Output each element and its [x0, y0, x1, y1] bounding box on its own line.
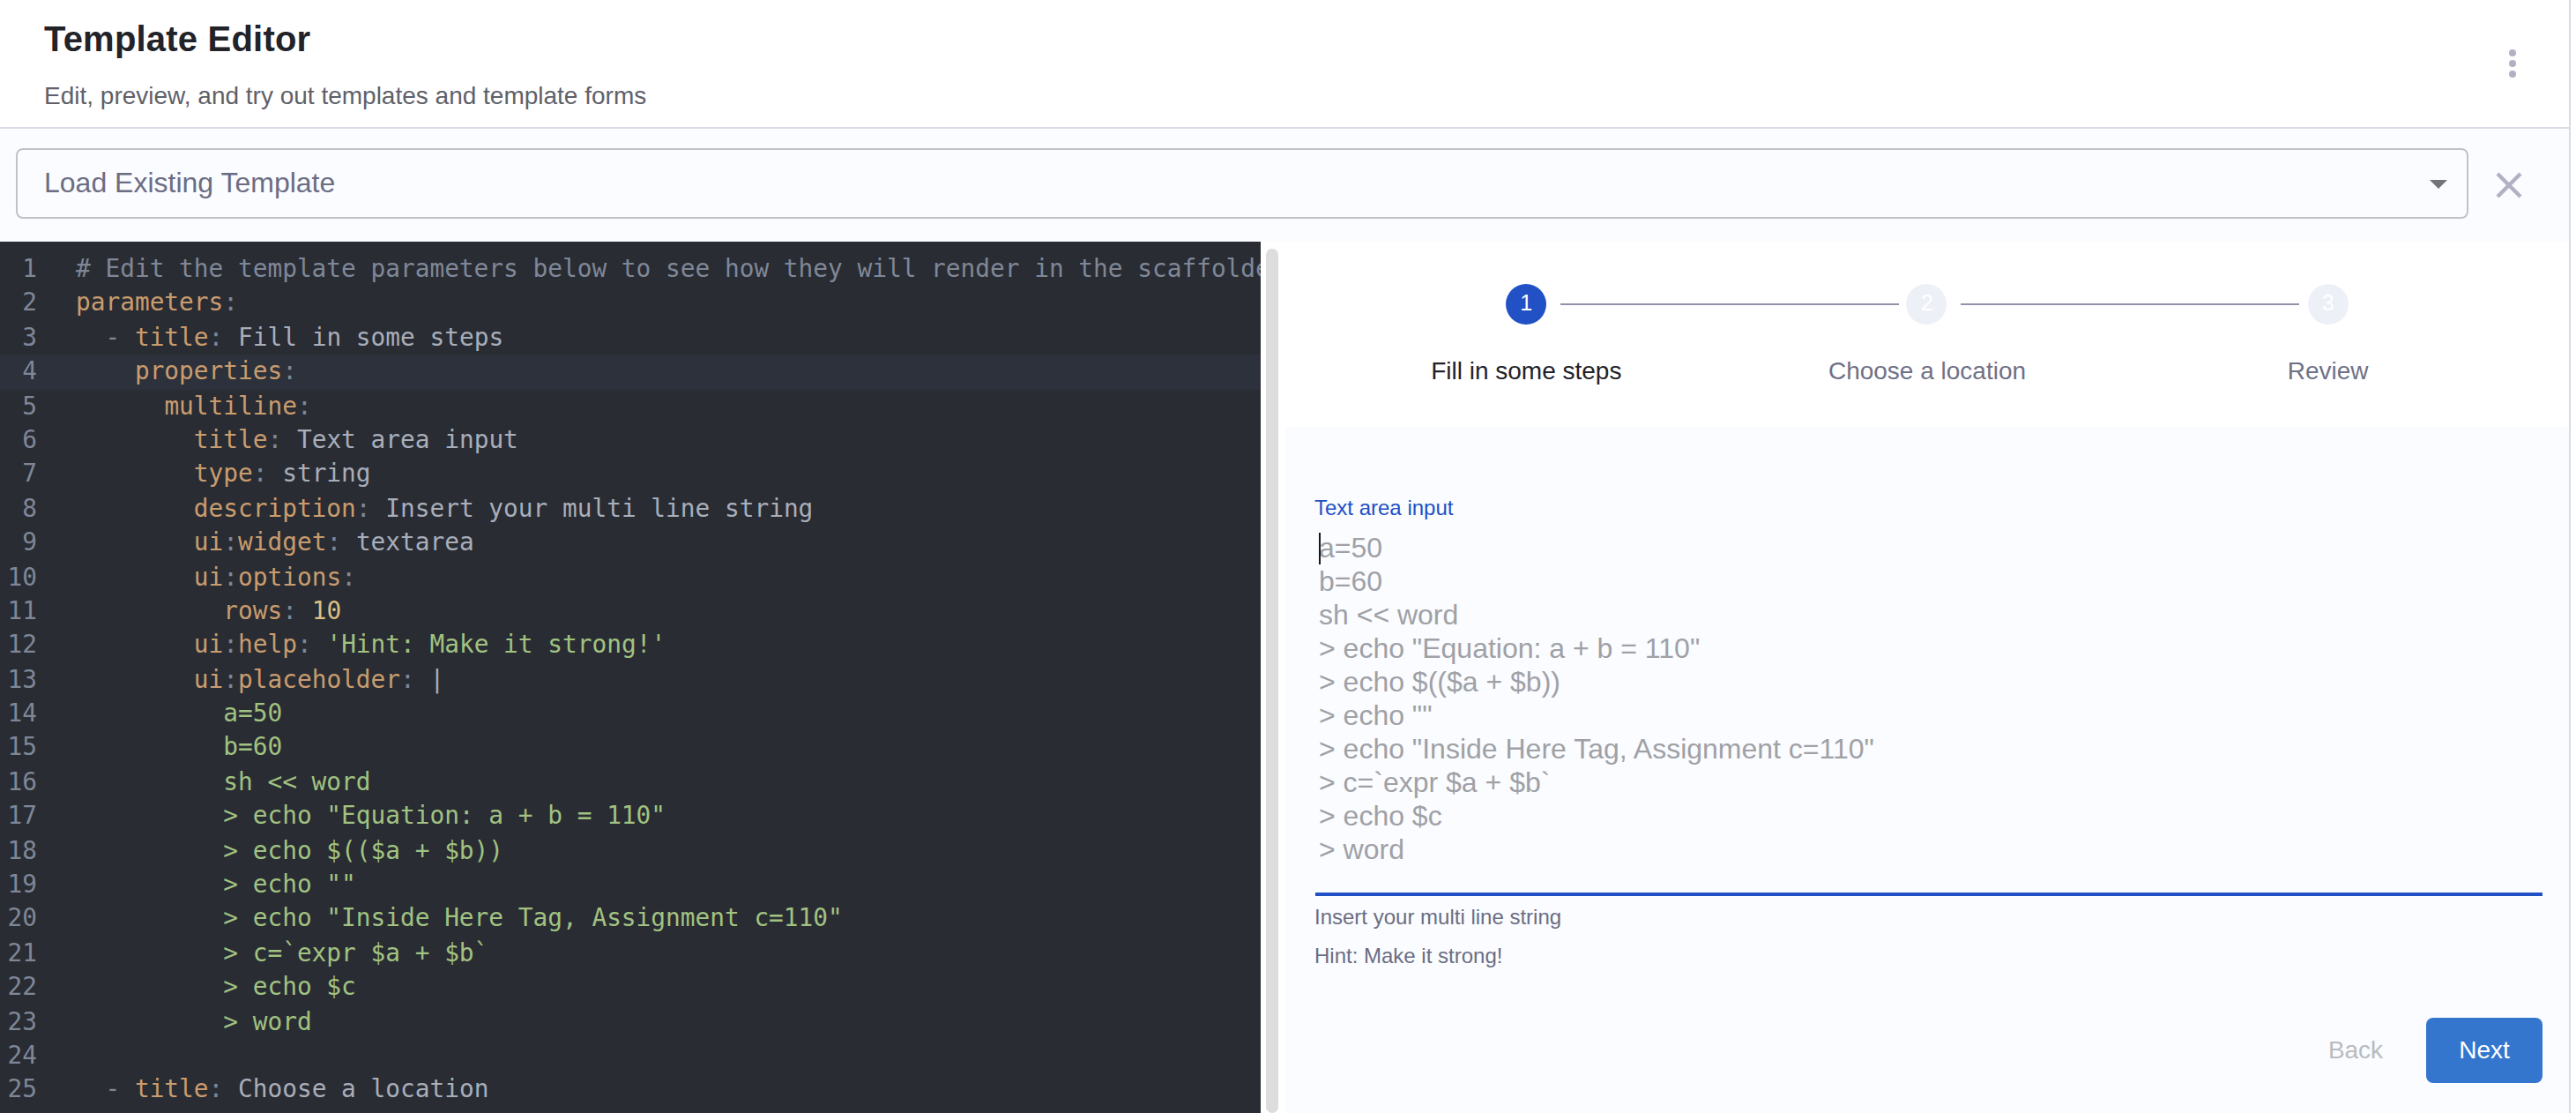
editor-line-25[interactable]: 25 - title: Choose a location: [0, 1073, 1261, 1108]
step-connector-2: [1960, 303, 2299, 305]
line-number: 17: [0, 800, 37, 834]
dropdown-caret-icon: [2430, 180, 2447, 189]
line-number: 11: [0, 594, 37, 629]
line-number: 8: [0, 491, 37, 526]
toolbar: Load Existing Template: [0, 129, 2569, 242]
step-3-label: Review: [2127, 356, 2528, 385]
editor-line-14[interactable]: 14 a=50: [0, 697, 1261, 731]
line-number: 1: [0, 252, 37, 287]
more-options-button[interactable]: [2491, 42, 2534, 85]
editor-line-20[interactable]: 20 > echo "Inside Here Tag, Assignment c…: [0, 902, 1261, 937]
line-number: 7: [0, 458, 37, 492]
editor-line-16[interactable]: 16 sh << word: [0, 766, 1261, 800]
editor-line-19[interactable]: 19 > echo "": [0, 868, 1261, 902]
editor-scrollbar-thumb[interactable]: [1266, 249, 1278, 1113]
step-2-label: Choose a location: [1727, 356, 2128, 385]
textarea-focus-underline: [1314, 892, 2542, 895]
line-number: 9: [0, 526, 37, 560]
line-number: 21: [0, 937, 37, 971]
editor-line-3[interactable]: 3 - title: Fill in some steps: [0, 321, 1261, 355]
editor-line-7[interactable]: 7 type: string: [0, 458, 1261, 492]
line-number: 4: [0, 355, 37, 389]
page-subtitle: Edit, preview, and try out templates and…: [44, 79, 646, 111]
line-number: 25: [0, 1073, 37, 1108]
editor-scrollbar: [1261, 242, 1285, 1113]
line-number: 16: [0, 766, 37, 800]
line-number: 3: [0, 321, 37, 355]
editor-line-18[interactable]: 18 > echo $(($a + $b)): [0, 833, 1261, 868]
line-number: 22: [0, 970, 37, 1005]
line-number: 12: [0, 629, 37, 663]
editor-line-4[interactable]: 4 properties:: [0, 355, 1261, 389]
line-number: 10: [0, 560, 37, 594]
template-editor-page: Template Editor Edit, preview, and try o…: [0, 0, 2576, 1113]
load-template-select[interactable]: Load Existing Template: [16, 148, 2468, 219]
line-number: 20: [0, 902, 37, 937]
textarea-label: Text area input: [1314, 495, 1453, 519]
stepper: 1 Fill in some steps 2 Choose a location 3 Re…: [1285, 284, 2569, 407]
next-button[interactable]: Next: [2426, 1018, 2542, 1083]
form-preview-panel: 1 Fill in some steps 2 Choose a location 3 Re…: [1285, 242, 2569, 1113]
load-template-select-value: Load Existing Template: [44, 150, 335, 217]
clear-selection-button[interactable]: [2490, 166, 2528, 205]
step-3[interactable]: 3 Review: [2127, 284, 2528, 385]
page-title: Template Editor: [44, 16, 310, 62]
line-number: 23: [0, 1005, 37, 1039]
line-number: 14: [0, 697, 37, 731]
line-number: 24: [0, 1039, 37, 1073]
line-number: 5: [0, 389, 37, 423]
editor-line-10[interactable]: 10 ui:options:: [0, 560, 1261, 594]
editor-line-22[interactable]: 22 > echo $c: [0, 970, 1261, 1005]
editor-line-11[interactable]: 11 rows: 10: [0, 594, 1261, 629]
line-number: 15: [0, 731, 37, 766]
editor-line-21[interactable]: 21 > c=`expr $a + $b`: [0, 937, 1261, 971]
step-2[interactable]: 2 Choose a location: [1727, 284, 2128, 385]
line-number: 2: [0, 287, 37, 321]
textarea-help-text: Hint: Make it strong!: [1314, 943, 1502, 967]
text-cursor: [1318, 533, 1321, 564]
step-1-label: Fill in some steps: [1326, 356, 1727, 385]
line-number: 6: [0, 423, 37, 458]
editor-line-2[interactable]: 2parameters:: [0, 287, 1261, 321]
step-1[interactable]: 1 Fill in some steps: [1326, 284, 1727, 385]
editor-line-8[interactable]: 8 description: Insert your multi line st…: [0, 491, 1261, 526]
editor-line-9[interactable]: 9 ui:widget: textarea: [0, 526, 1261, 560]
editor-line-1[interactable]: 1# Edit the template parameters below to…: [0, 252, 1261, 287]
editor-line-15[interactable]: 15 b=60: [0, 731, 1261, 766]
yaml-editor[interactable]: 1# Edit the template parameters below to…: [0, 242, 1261, 1113]
app-container: Template Editor Edit, preview, and try o…: [0, 0, 2571, 1113]
editor-line-13[interactable]: 13 ui:placeholder: |: [0, 662, 1261, 697]
editor-line-12[interactable]: 12 ui:help: 'Hint: Make it strong!': [0, 629, 1261, 663]
step-2-icon: 2: [1907, 284, 1947, 325]
line-number: 18: [0, 833, 37, 868]
close-icon: [2490, 166, 2528, 205]
editor-line-23[interactable]: 23 > word: [0, 1005, 1261, 1039]
textarea-description: Insert your multi line string: [1314, 905, 1561, 930]
textarea-input[interactable]: a=50 b=60 sh << word > echo "Equation: a…: [1319, 531, 1874, 866]
line-number: 19: [0, 868, 37, 902]
step-1-icon: 1: [1506, 284, 1546, 325]
kebab-menu-icon: [2491, 42, 2534, 85]
back-button[interactable]: Back: [2303, 1018, 2408, 1083]
step-3-icon: 3: [2308, 284, 2349, 325]
line-number: 13: [0, 662, 37, 697]
editor-line-5[interactable]: 5 multiline:: [0, 389, 1261, 423]
editor-line-6[interactable]: 6 title: Text area input: [0, 423, 1261, 458]
editor-line-24[interactable]: 24: [0, 1039, 1261, 1073]
step-connector-1: [1560, 303, 1898, 305]
editor-line-17[interactable]: 17 > echo "Equation: a + b = 110": [0, 800, 1261, 834]
